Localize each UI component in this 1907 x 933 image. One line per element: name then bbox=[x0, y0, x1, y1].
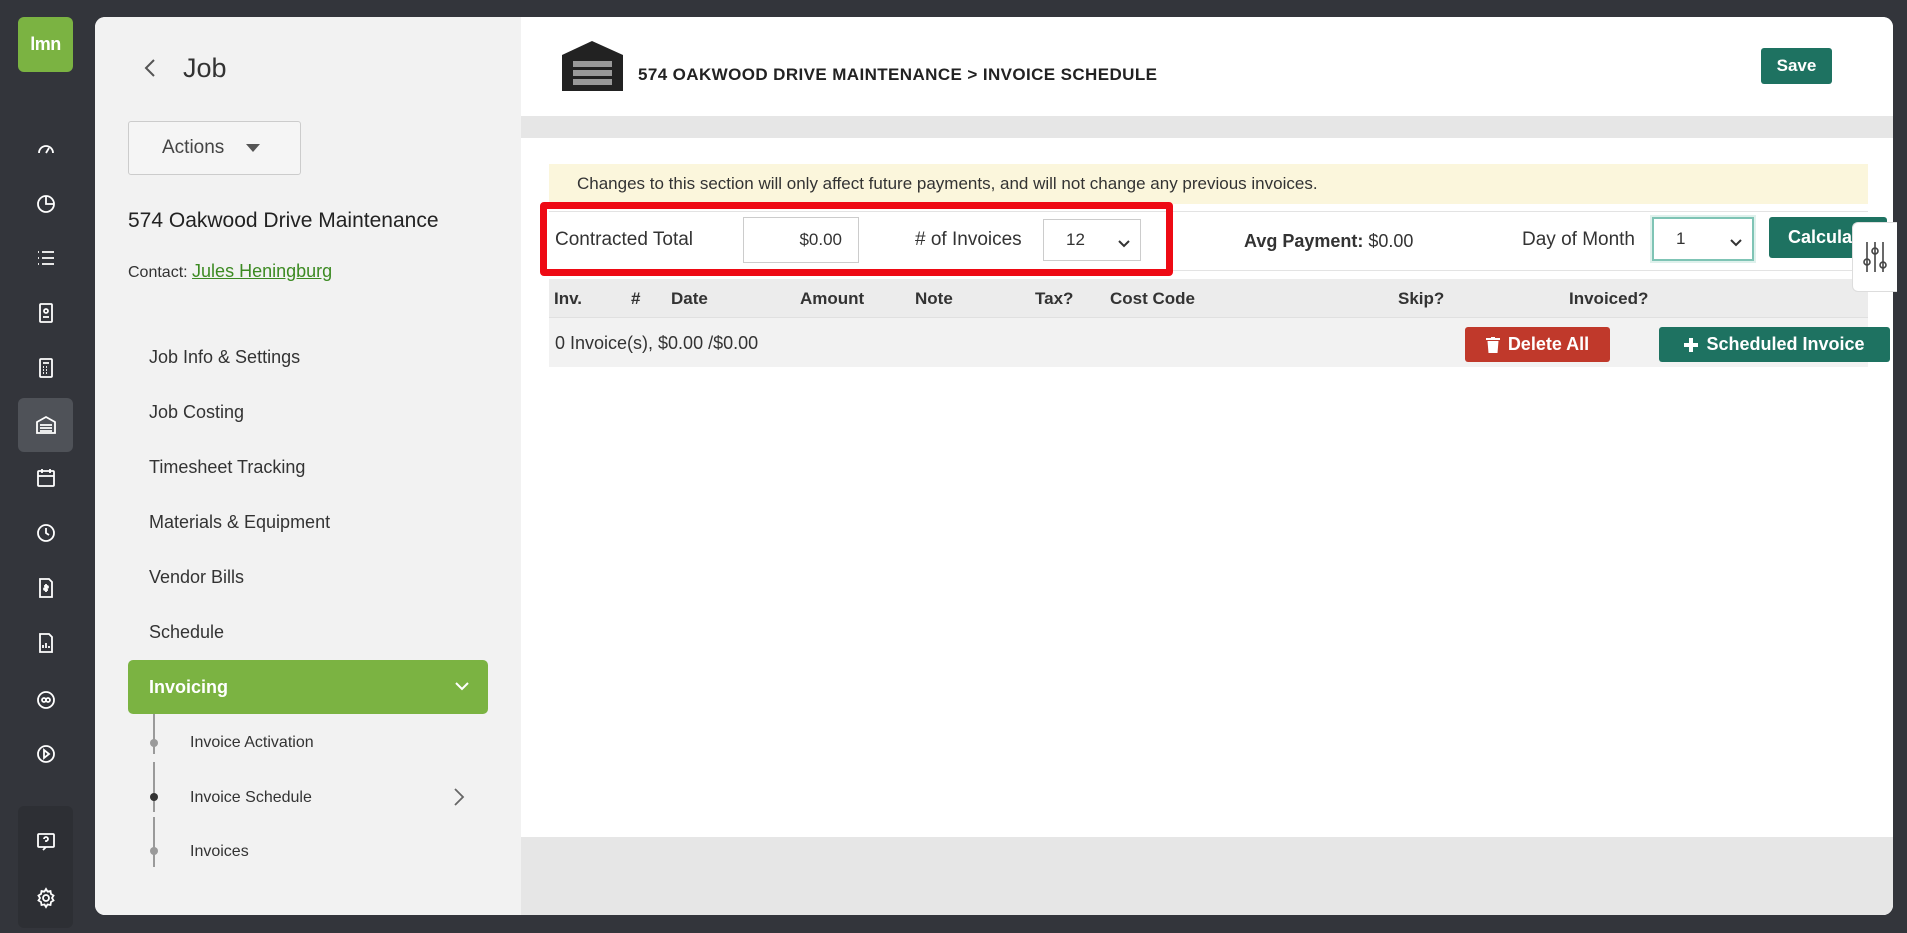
col-note: Note bbox=[915, 289, 953, 308]
actions-label: Actions bbox=[162, 137, 225, 158]
report-icon[interactable] bbox=[18, 621, 73, 665]
num-invoices-select[interactable]: 12 bbox=[1043, 219, 1141, 261]
col-tax: Tax? bbox=[1035, 289, 1074, 308]
avg-payment: Avg Payment: $0.00 bbox=[1244, 231, 1413, 252]
nav-invoicing[interactable]: Invoicing bbox=[128, 660, 488, 714]
day-of-month-value: 1 bbox=[1676, 229, 1686, 248]
day-of-month-select[interactable]: 1 bbox=[1652, 217, 1754, 261]
plus-icon bbox=[1684, 337, 1699, 352]
avg-payment-label: Avg Payment: bbox=[1244, 231, 1364, 251]
nav-invoicing-label: Invoicing bbox=[149, 676, 229, 697]
header-divider bbox=[521, 116, 1893, 138]
nav-schedule[interactable]: Schedule bbox=[149, 622, 224, 643]
subnav-invoice-activation[interactable]: Invoice Activation bbox=[190, 734, 314, 752]
subnav-connector bbox=[153, 714, 155, 754]
nav-timesheet-tracking[interactable]: Timesheet Tracking bbox=[149, 457, 305, 478]
col-number: # bbox=[631, 289, 641, 308]
col-inv: Inv. bbox=[554, 289, 583, 308]
subnav-invoice-schedule[interactable]: Invoice Schedule bbox=[190, 789, 312, 807]
settings-icon[interactable] bbox=[18, 876, 73, 920]
schedule-form-row: Contracted Total # of Invoices 12 Avg Pa… bbox=[540, 202, 1887, 276]
scheduled-invoice-label: Scheduled Invoice bbox=[1706, 334, 1865, 354]
lmn-logo[interactable]: lmn bbox=[18, 17, 73, 72]
content-area: 574 OAKWOOD DRIVE MAINTENANCE > INVOICE … bbox=[521, 17, 1893, 915]
chevron-down-icon bbox=[454, 678, 470, 694]
scheduled-invoice-button[interactable]: Scheduled Invoice bbox=[1659, 327, 1890, 362]
contracted-total-label: Contracted Total bbox=[555, 229, 694, 250]
nav-vendor-bills[interactable]: Vendor Bills bbox=[149, 567, 244, 588]
contact-link[interactable]: Jules Heningburg bbox=[192, 261, 332, 281]
help-icon[interactable] bbox=[18, 820, 73, 864]
chevron-down-icon bbox=[1118, 234, 1130, 248]
subnav-connector bbox=[153, 817, 155, 867]
job-sidebar: Job Actions 574 Oakwood Drive Maintenanc… bbox=[95, 17, 521, 915]
calculator-icon[interactable] bbox=[18, 346, 73, 390]
delete-all-button[interactable]: Delete All bbox=[1465, 327, 1610, 362]
subnav-dot bbox=[150, 739, 158, 747]
contracted-total-input[interactable] bbox=[743, 217, 859, 263]
calendar-icon[interactable] bbox=[18, 456, 73, 500]
invoice-table-footer: 0 Invoice(s), $0.00 /$0.00 Delete All Sc… bbox=[549, 317, 1890, 367]
col-date: Date bbox=[671, 289, 708, 308]
sidebar-title: Job bbox=[183, 53, 227, 83]
chevron-right-icon bbox=[453, 787, 465, 812]
garage-icon bbox=[562, 41, 623, 91]
col-invoiced: Invoiced? bbox=[1569, 289, 1649, 308]
invoice-summary: 0 Invoice(s), $0.00 /$0.00 bbox=[555, 333, 759, 353]
contact-line: Contact: Jules Heningburg bbox=[128, 261, 332, 282]
col-cost-code: Cost Code bbox=[1110, 289, 1195, 308]
caret-down-icon bbox=[246, 144, 261, 152]
subnav-dot bbox=[150, 847, 158, 855]
job-name: 574 Oakwood Drive Maintenance bbox=[128, 209, 439, 232]
delete-all-label: Delete All bbox=[1507, 334, 1590, 354]
list-icon[interactable] bbox=[18, 236, 73, 280]
logo-text: lmn bbox=[30, 34, 61, 54]
subnav-connector bbox=[153, 762, 155, 812]
avg-payment-value: $0.00 bbox=[1368, 231, 1414, 251]
subnav-dot-active bbox=[150, 793, 158, 801]
icon-rail: lmn bbox=[0, 0, 92, 933]
chevron-down-icon bbox=[1730, 233, 1742, 247]
col-amount: Amount bbox=[800, 289, 865, 308]
filter-sliders-icon[interactable] bbox=[1852, 222, 1897, 292]
jobs-icon[interactable] bbox=[18, 398, 73, 452]
info-notice: Changes to this section will only affect… bbox=[549, 164, 1868, 204]
back-arrow-icon[interactable] bbox=[139, 53, 161, 83]
actions-dropdown[interactable]: Actions bbox=[128, 121, 301, 175]
quickbooks-icon[interactable] bbox=[18, 678, 73, 722]
col-skip: Skip? bbox=[1398, 289, 1445, 308]
footer-strip bbox=[521, 837, 1893, 915]
main-card: Job Actions 574 Oakwood Drive Maintenanc… bbox=[95, 17, 1893, 915]
nav-job-info[interactable]: Job Info & Settings bbox=[149, 347, 300, 368]
subnav-invoices[interactable]: Invoices bbox=[190, 843, 249, 861]
gauge-icon[interactable] bbox=[18, 127, 73, 171]
pie-chart-icon[interactable] bbox=[18, 182, 73, 226]
page-title: 574 OAKWOOD DRIVE MAINTENANCE > INVOICE … bbox=[638, 65, 1158, 84]
trash-icon bbox=[1485, 336, 1500, 353]
clock-icon[interactable] bbox=[18, 511, 73, 555]
nav-job-costing[interactable]: Job Costing bbox=[149, 402, 244, 423]
contact-label: Contact: bbox=[128, 264, 188, 281]
contacts-icon[interactable] bbox=[18, 291, 73, 335]
num-invoices-value: 12 bbox=[1066, 230, 1085, 249]
play-icon[interactable] bbox=[18, 732, 73, 776]
save-button[interactable]: Save bbox=[1761, 48, 1832, 84]
nav-materials-equipment[interactable]: Materials & Equipment bbox=[149, 512, 330, 533]
invoice-table-header: Inv. # Date Amount Note Tax? Cost Code S… bbox=[549, 279, 1868, 317]
num-invoices-label: # of Invoices bbox=[915, 229, 1022, 250]
day-of-month-label: Day of Month bbox=[1522, 229, 1635, 250]
invoice-icon[interactable] bbox=[18, 566, 73, 610]
